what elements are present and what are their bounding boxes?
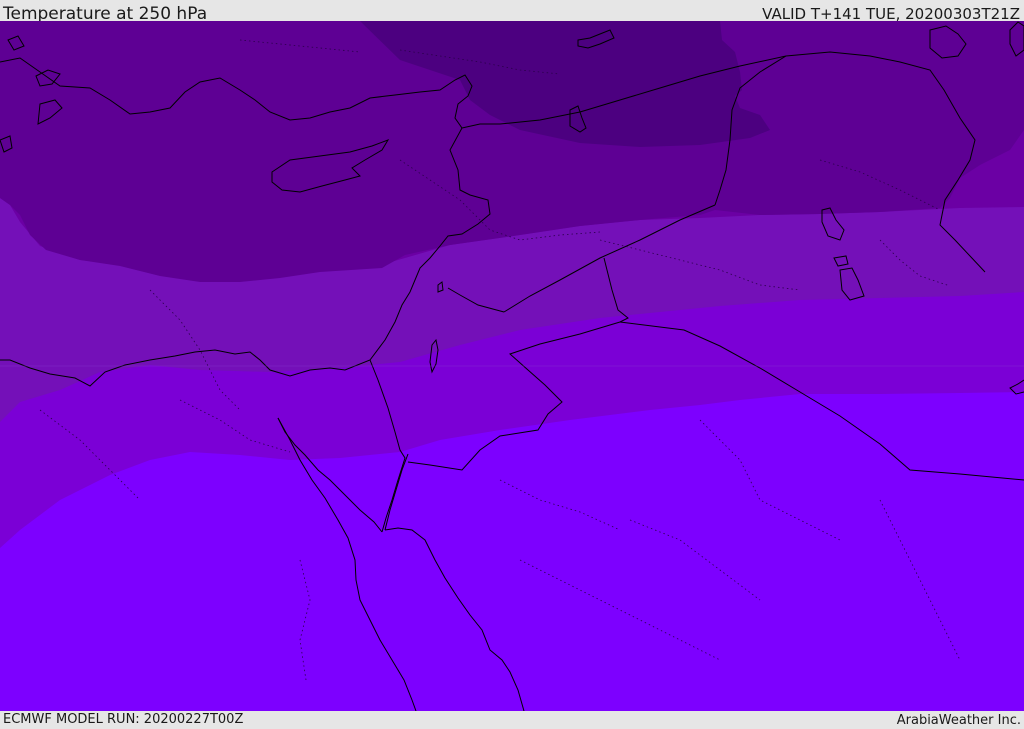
map-frame: Temperature at 250 hPa VALID T+141 TUE, …	[0, 0, 1024, 729]
credit-label: ArabiaWeather Inc.	[896, 713, 1021, 728]
temperature-map[interactable]	[0, 21, 1024, 711]
model-run-label: ECMWF MODEL RUN: 20200227T00Z	[3, 712, 244, 727]
footer-bar: ECMWF MODEL RUN: 20200227T00Z ArabiaWeat…	[0, 711, 1024, 729]
header-bar: Temperature at 250 hPa VALID T+141 TUE, …	[0, 0, 1024, 24]
